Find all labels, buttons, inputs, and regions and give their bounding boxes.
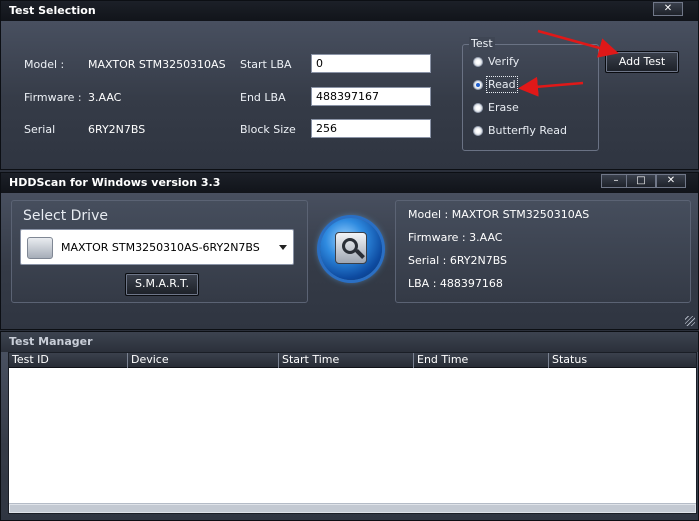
test-type-group: Test Verify Read Erase Butterfly Read	[462, 37, 599, 151]
radio-erase[interactable]: Erase	[473, 101, 519, 114]
info-model: Model : MAXTOR STM3250310AS	[408, 208, 590, 221]
column-header[interactable]: Status	[549, 353, 696, 368]
smart-button[interactable]: S.M.A.R.T.	[125, 273, 199, 296]
test-manager-window: Test Manager Test ID Device Start Time E…	[0, 331, 699, 521]
title-bar: Test Selection ✕	[1, 1, 698, 21]
resize-grip[interactable]	[685, 316, 695, 326]
radio-label: Verify	[488, 55, 520, 68]
radio-label: Butterfly Read	[488, 124, 568, 137]
scrollbar-thumb[interactable]	[10, 505, 695, 512]
title-bar: Test Manager	[1, 332, 698, 352]
hddscan-logo-icon[interactable]	[320, 218, 382, 280]
window-title: Test Manager	[9, 335, 93, 348]
radio-icon	[473, 125, 483, 136]
block-size-input[interactable]: 256	[311, 119, 431, 138]
serial-value: 6RY2N7BS	[88, 123, 146, 136]
window-title: HDDScan for Windows version 3.3	[9, 176, 221, 189]
column-header[interactable]: End Time	[414, 353, 549, 368]
info-serial: Serial : 6RY2N7BS	[408, 254, 508, 267]
model-value: MAXTOR STM3250310AS	[88, 58, 226, 71]
horizontal-scrollbar[interactable]	[9, 503, 696, 513]
block-size-label: Block Size	[240, 123, 296, 136]
radio-label: Read	[486, 76, 518, 93]
close-icon[interactable]: ✕	[653, 2, 683, 16]
radio-icon	[473, 56, 483, 67]
radio-label: Erase	[488, 101, 519, 114]
info-lba: LBA : 488397168	[408, 277, 503, 290]
model-label: Model :	[24, 58, 65, 71]
firmware-label: Firmware :	[24, 91, 82, 104]
end-lba-input[interactable]: 488397167	[311, 87, 431, 106]
drive-select[interactable]: MAXTOR STM3250310AS-6RY2N7BS	[20, 229, 294, 265]
test-table[interactable]: Test ID Device Start Time End Time Statu…	[8, 352, 697, 514]
close-icon[interactable]: ✕	[656, 174, 686, 188]
handle-icon	[355, 249, 365, 259]
drive-select-value: MAXTOR STM3250310AS-6RY2N7BS	[61, 241, 260, 254]
radio-selected-icon	[473, 79, 483, 90]
hard-drive-icon	[27, 237, 53, 259]
end-lba-label: End LBA	[240, 91, 286, 104]
title-bar: HDDScan for Windows version 3.3 – □ ✕	[1, 173, 698, 193]
radio-verify[interactable]: Verify	[473, 55, 519, 68]
column-header[interactable]: Device	[128, 353, 279, 368]
maximize-icon[interactable]: □	[626, 174, 656, 188]
add-test-button[interactable]: Add Test	[605, 51, 679, 73]
serial-label: Serial	[24, 123, 56, 136]
start-lba-label: Start LBA	[240, 58, 292, 71]
radio-icon	[473, 102, 483, 113]
radio-read[interactable]: Read	[473, 76, 518, 93]
radio-butterfly-read[interactable]: Butterfly Read	[473, 124, 567, 137]
column-header[interactable]: Test ID	[9, 353, 128, 368]
test-selection-window: Test Selection ✕ Model : MAXTOR STM32503…	[0, 0, 699, 170]
column-header[interactable]: Start Time	[279, 353, 414, 368]
window-title: Test Selection	[9, 4, 96, 17]
start-lba-input[interactable]: 0	[311, 54, 431, 73]
test-group-label: Test	[469, 37, 495, 50]
select-drive-label: Select Drive	[23, 208, 108, 224]
magnifier-drive-icon	[335, 232, 367, 264]
chevron-down-icon[interactable]	[279, 245, 287, 250]
info-firmware: Firmware : 3.AAC	[408, 231, 503, 244]
table-header: Test ID Device Start Time End Time Statu…	[9, 353, 696, 368]
firmware-value: 3.AAC	[88, 91, 122, 104]
